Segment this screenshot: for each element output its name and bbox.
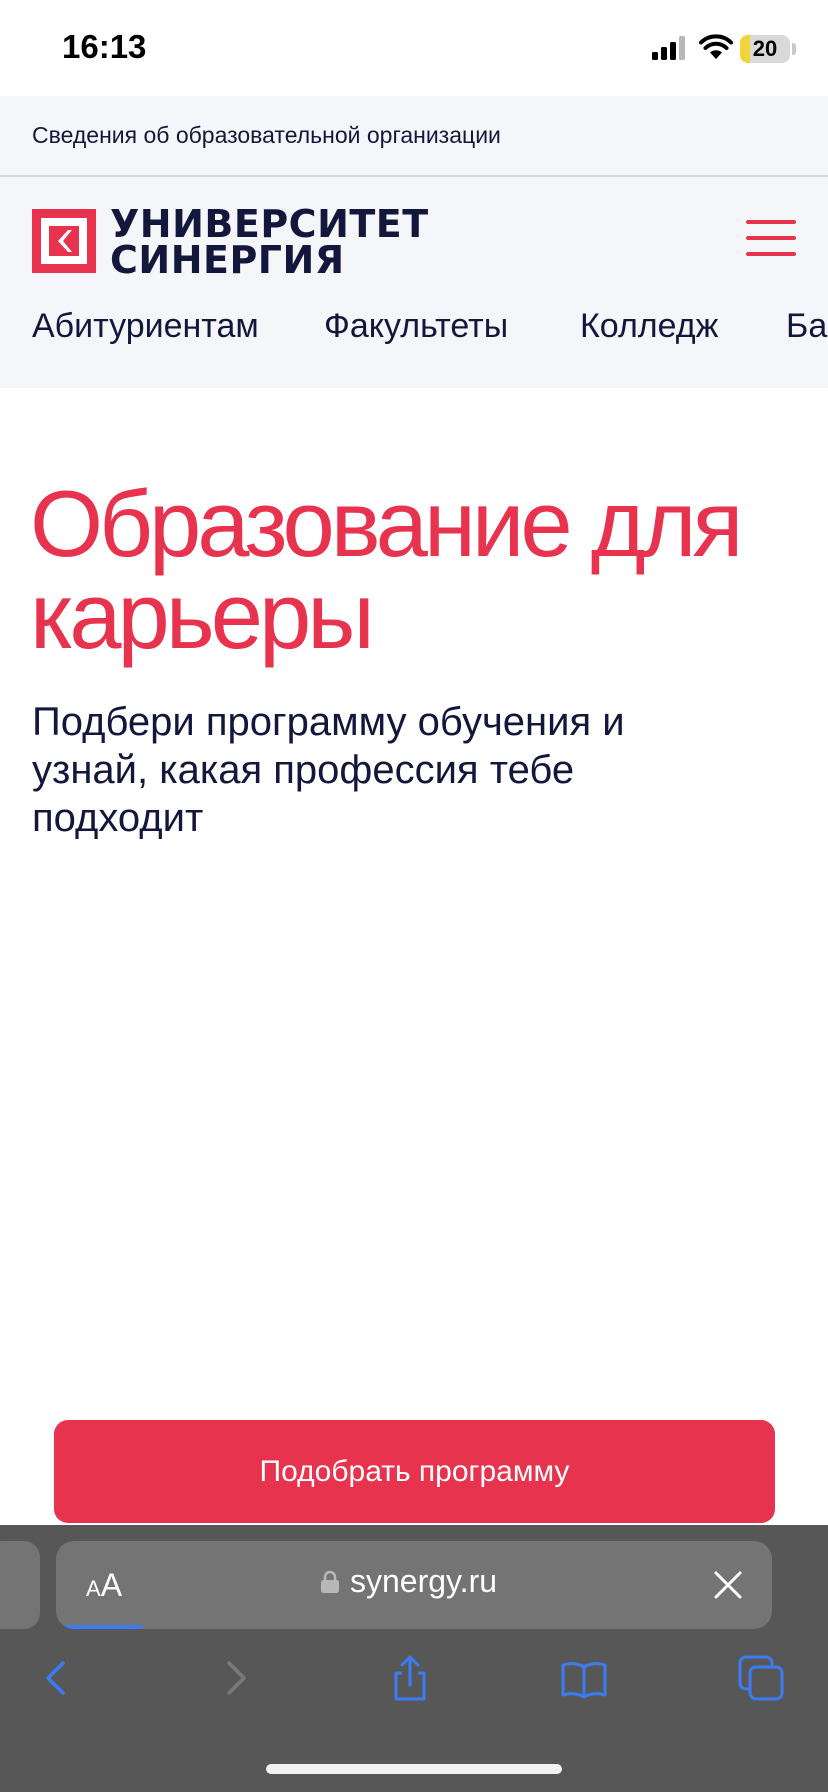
site-header: УНИВЕРСИТЕТ СИНЕРГИЯ Абитуриентам Факуль… [0,177,828,388]
wifi-icon [699,34,733,59]
logo-mark-icon [32,209,96,273]
nav-item-partial[interactable]: Ба [786,307,827,346]
text-size-button[interactable]: AA [86,1567,122,1604]
text-size-big: A [100,1567,123,1603]
logo-line-2: СИНЕРГИЯ [110,238,345,282]
home-indicator [266,1764,562,1774]
url-text: synergy.ru [350,1563,498,1599]
battery-icon: 20 [740,35,790,63]
nav-item-college[interactable]: Колледж [580,307,718,346]
status-time: 16:13 [62,28,147,65]
tabs-icon[interactable] [736,1653,786,1703]
url-field[interactable]: synergy.ru [320,1563,497,1600]
info-link[interactable]: Сведения об образовательной организации [32,122,501,149]
hamburger-menu-icon[interactable] [746,220,800,260]
battery-level: 20 [752,36,778,61]
hero-title: Образование для карьеры [30,471,743,668]
battery-cap [792,43,796,55]
main-nav: Абитуриентам Факультеты Колледж Ба [0,307,828,359]
logo-text: УНИВЕРСИТЕТ СИНЕРГИЯ [110,202,429,282]
hero-subtitle: Подбери программу обучения и узнай, кака… [32,700,625,840]
bookmarks-icon[interactable] [559,1653,609,1703]
previous-tab-peek[interactable] [0,1541,40,1629]
lock-icon [321,1570,339,1593]
nav-item-faculties[interactable]: Факультеты [324,307,508,346]
signal-icon [652,36,685,60]
address-bar[interactable]: AA synergy.ru [56,1541,772,1629]
status-bar: 16:13 20 [0,0,828,96]
text-size-small: A [86,1576,101,1601]
nav-item-applicants[interactable]: Абитуриентам [32,307,259,346]
share-icon[interactable] [385,1653,435,1703]
logo[interactable]: УНИВЕРСИТЕТ СИНЕРГИЯ [32,205,428,279]
logo-line-1: УНИВЕРСИТЕТ [110,202,429,246]
info-bar: Сведения об образовательной организации [0,96,828,177]
browser-chrome: AA synergy.ru [0,1525,828,1792]
close-icon[interactable] [712,1569,744,1601]
back-icon[interactable] [32,1653,82,1703]
load-progress-bar [56,1625,142,1629]
choose-program-button[interactable]: Подобрать программу [54,1420,775,1523]
forward-icon[interactable] [210,1653,260,1703]
